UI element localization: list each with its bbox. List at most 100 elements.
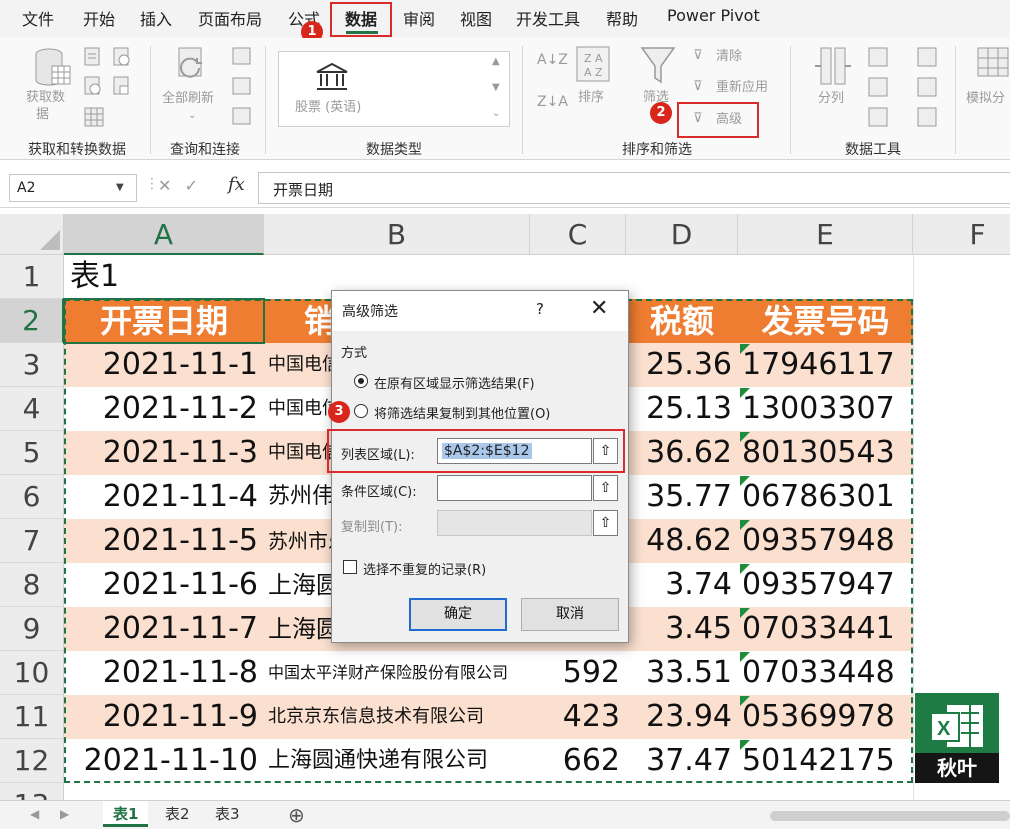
stocks-label[interactable]: 股票 (英语): [295, 99, 361, 116]
close-icon[interactable]: ✕: [590, 296, 608, 321]
unique-records-checkbox[interactable]: [343, 560, 357, 574]
tax-cell[interactable]: 23.94: [626, 695, 738, 739]
row-header[interactable]: 10: [0, 651, 64, 695]
gallery-more-icon[interactable]: ⌄: [492, 108, 500, 119]
row-header[interactable]: 2: [0, 299, 64, 343]
date-cell[interactable]: 2021-11-9: [64, 695, 264, 739]
row-header[interactable]: 12: [0, 739, 64, 783]
tax-cell[interactable]: 48.62: [626, 519, 738, 563]
radio-copy-to-location[interactable]: [354, 404, 368, 418]
row-header[interactable]: 6: [0, 475, 64, 519]
date-cell[interactable]: 2021-11-2: [64, 387, 264, 431]
sort-label[interactable]: 排序: [578, 89, 604, 106]
horizontal-scrollbar[interactable]: [770, 811, 1010, 821]
date-cell[interactable]: 2021-11-3: [64, 431, 264, 475]
row-header[interactable]: 4: [0, 387, 64, 431]
cancel-button[interactable]: 取消: [521, 598, 619, 631]
tab-home[interactable]: 开始: [83, 6, 115, 30]
text-to-columns-label[interactable]: 分列: [818, 90, 844, 107]
copy-to-input[interactable]: [437, 510, 592, 536]
invoice-cell[interactable]: 07033448: [742, 651, 913, 695]
error-indicator-icon[interactable]: [740, 652, 750, 662]
date-cell[interactable]: 2021-11-7: [64, 607, 264, 651]
tab-review[interactable]: 审阅: [403, 6, 435, 30]
header-cell-invoice[interactable]: 发票号码: [738, 299, 913, 343]
ok-button[interactable]: 确定: [409, 598, 507, 631]
date-cell[interactable]: 2021-11-4: [64, 475, 264, 519]
error-indicator-icon[interactable]: [740, 476, 750, 486]
refresh-all-label[interactable]: 全部刷新: [162, 90, 214, 107]
invoice-cell[interactable]: 13003307: [742, 387, 913, 431]
error-indicator-icon[interactable]: [740, 388, 750, 398]
what-if-label[interactable]: 模拟分: [966, 90, 1005, 107]
tab-developer[interactable]: 开发工具: [516, 6, 580, 30]
company-cell[interactable]: 上海圆通快递有限公司: [268, 739, 530, 783]
invoice-cell[interactable]: 09357948: [742, 519, 913, 563]
tab-view[interactable]: 视图: [460, 6, 492, 30]
add-sheet-icon[interactable]: ⊕: [288, 803, 305, 827]
option-copy-label[interactable]: 将筛选结果复制到其他位置(O): [374, 403, 550, 422]
row-header[interactable]: 1: [0, 255, 64, 299]
gallery-down-icon[interactable]: ▼: [492, 82, 500, 93]
sheet-tab-3[interactable]: 表3: [205, 801, 250, 827]
tax-cell[interactable]: 3.74: [626, 563, 738, 607]
tax-cell[interactable]: 3.45: [626, 607, 738, 651]
date-cell[interactable]: 2021-11-8: [64, 651, 264, 695]
header-cell-tax[interactable]: 税额: [626, 299, 738, 343]
refresh-dropdown-icon[interactable]: ⌄: [188, 107, 196, 124]
error-indicator-icon[interactable]: [740, 432, 750, 442]
column-header-e[interactable]: E: [738, 214, 913, 255]
company-cell[interactable]: 中国太平洋财产保险股份有限公司: [268, 651, 530, 695]
sheet-tab-2[interactable]: 表2: [155, 801, 200, 827]
date-cell[interactable]: 2021-11-1: [64, 343, 264, 387]
formula-input[interactable]: 开票日期: [258, 172, 1010, 204]
error-indicator-icon[interactable]: [740, 520, 750, 530]
tab-insert[interactable]: 插入: [140, 6, 172, 30]
company-cell[interactable]: 北京京东信息技术有限公司: [268, 695, 530, 739]
reapply-label[interactable]: 重新应用: [716, 79, 768, 96]
chevron-down-icon[interactable]: ▼: [116, 182, 124, 193]
column-header-a[interactable]: A: [64, 214, 264, 255]
get-data-label-1[interactable]: 获取数: [26, 89, 65, 106]
scroll-right-icon[interactable]: ▶: [60, 807, 69, 821]
tax-cell[interactable]: 25.36: [626, 343, 738, 387]
radio-filter-in-place[interactable]: [354, 374, 368, 388]
row-header[interactable]: 7: [0, 519, 64, 563]
error-indicator-icon[interactable]: [740, 608, 750, 618]
tax-cell[interactable]: 35.77: [626, 475, 738, 519]
amount-cell[interactable]: 592: [530, 651, 626, 695]
invoice-cell[interactable]: 07033441: [742, 607, 913, 651]
tab-file[interactable]: 文件: [22, 6, 54, 30]
invoice-cell[interactable]: 17946117: [742, 343, 913, 387]
error-indicator-icon[interactable]: [740, 344, 750, 354]
amount-cell[interactable]: 662: [530, 739, 626, 783]
invoice-cell[interactable]: 06786301: [742, 475, 913, 519]
amount-cell[interactable]: 423: [530, 695, 626, 739]
sort-za-icon[interactable]: Z↓A: [537, 94, 568, 111]
error-indicator-icon[interactable]: [740, 740, 750, 750]
invoice-cell[interactable]: 50142175: [742, 739, 913, 783]
row-header[interactable]: 9: [0, 607, 64, 651]
row-header[interactable]: 8: [0, 563, 64, 607]
clear-filter-label[interactable]: 清除: [716, 48, 742, 65]
option-in-place-label[interactable]: 在原有区域显示筛选结果(F): [374, 373, 535, 392]
tax-cell[interactable]: 37.47: [626, 739, 738, 783]
tax-cell[interactable]: 36.62: [626, 431, 738, 475]
collapse-dialog-icon[interactable]: ⇧: [593, 475, 618, 501]
column-header-f[interactable]: F: [913, 214, 1010, 255]
unique-records-label[interactable]: 选择不重复的记录(R): [363, 559, 486, 578]
tax-cell[interactable]: 33.51: [626, 651, 738, 695]
scroll-left-icon[interactable]: ◀: [30, 807, 39, 821]
tab-page-layout[interactable]: 页面布局: [198, 6, 262, 30]
date-cell[interactable]: 2021-11-5: [64, 519, 264, 563]
row-header[interactable]: 5: [0, 431, 64, 475]
column-header-c[interactable]: C: [530, 214, 626, 255]
help-button[interactable]: ?: [536, 300, 544, 318]
gallery-up-icon[interactable]: ▲: [492, 56, 500, 67]
invoice-cell[interactable]: 09357947: [742, 563, 913, 607]
tab-power-pivot[interactable]: Power Pivot: [667, 6, 760, 25]
column-header-b[interactable]: B: [264, 214, 530, 255]
row-header[interactable]: 13: [0, 783, 64, 800]
criteria-range-input[interactable]: [437, 475, 592, 501]
row-header[interactable]: 11: [0, 695, 64, 739]
